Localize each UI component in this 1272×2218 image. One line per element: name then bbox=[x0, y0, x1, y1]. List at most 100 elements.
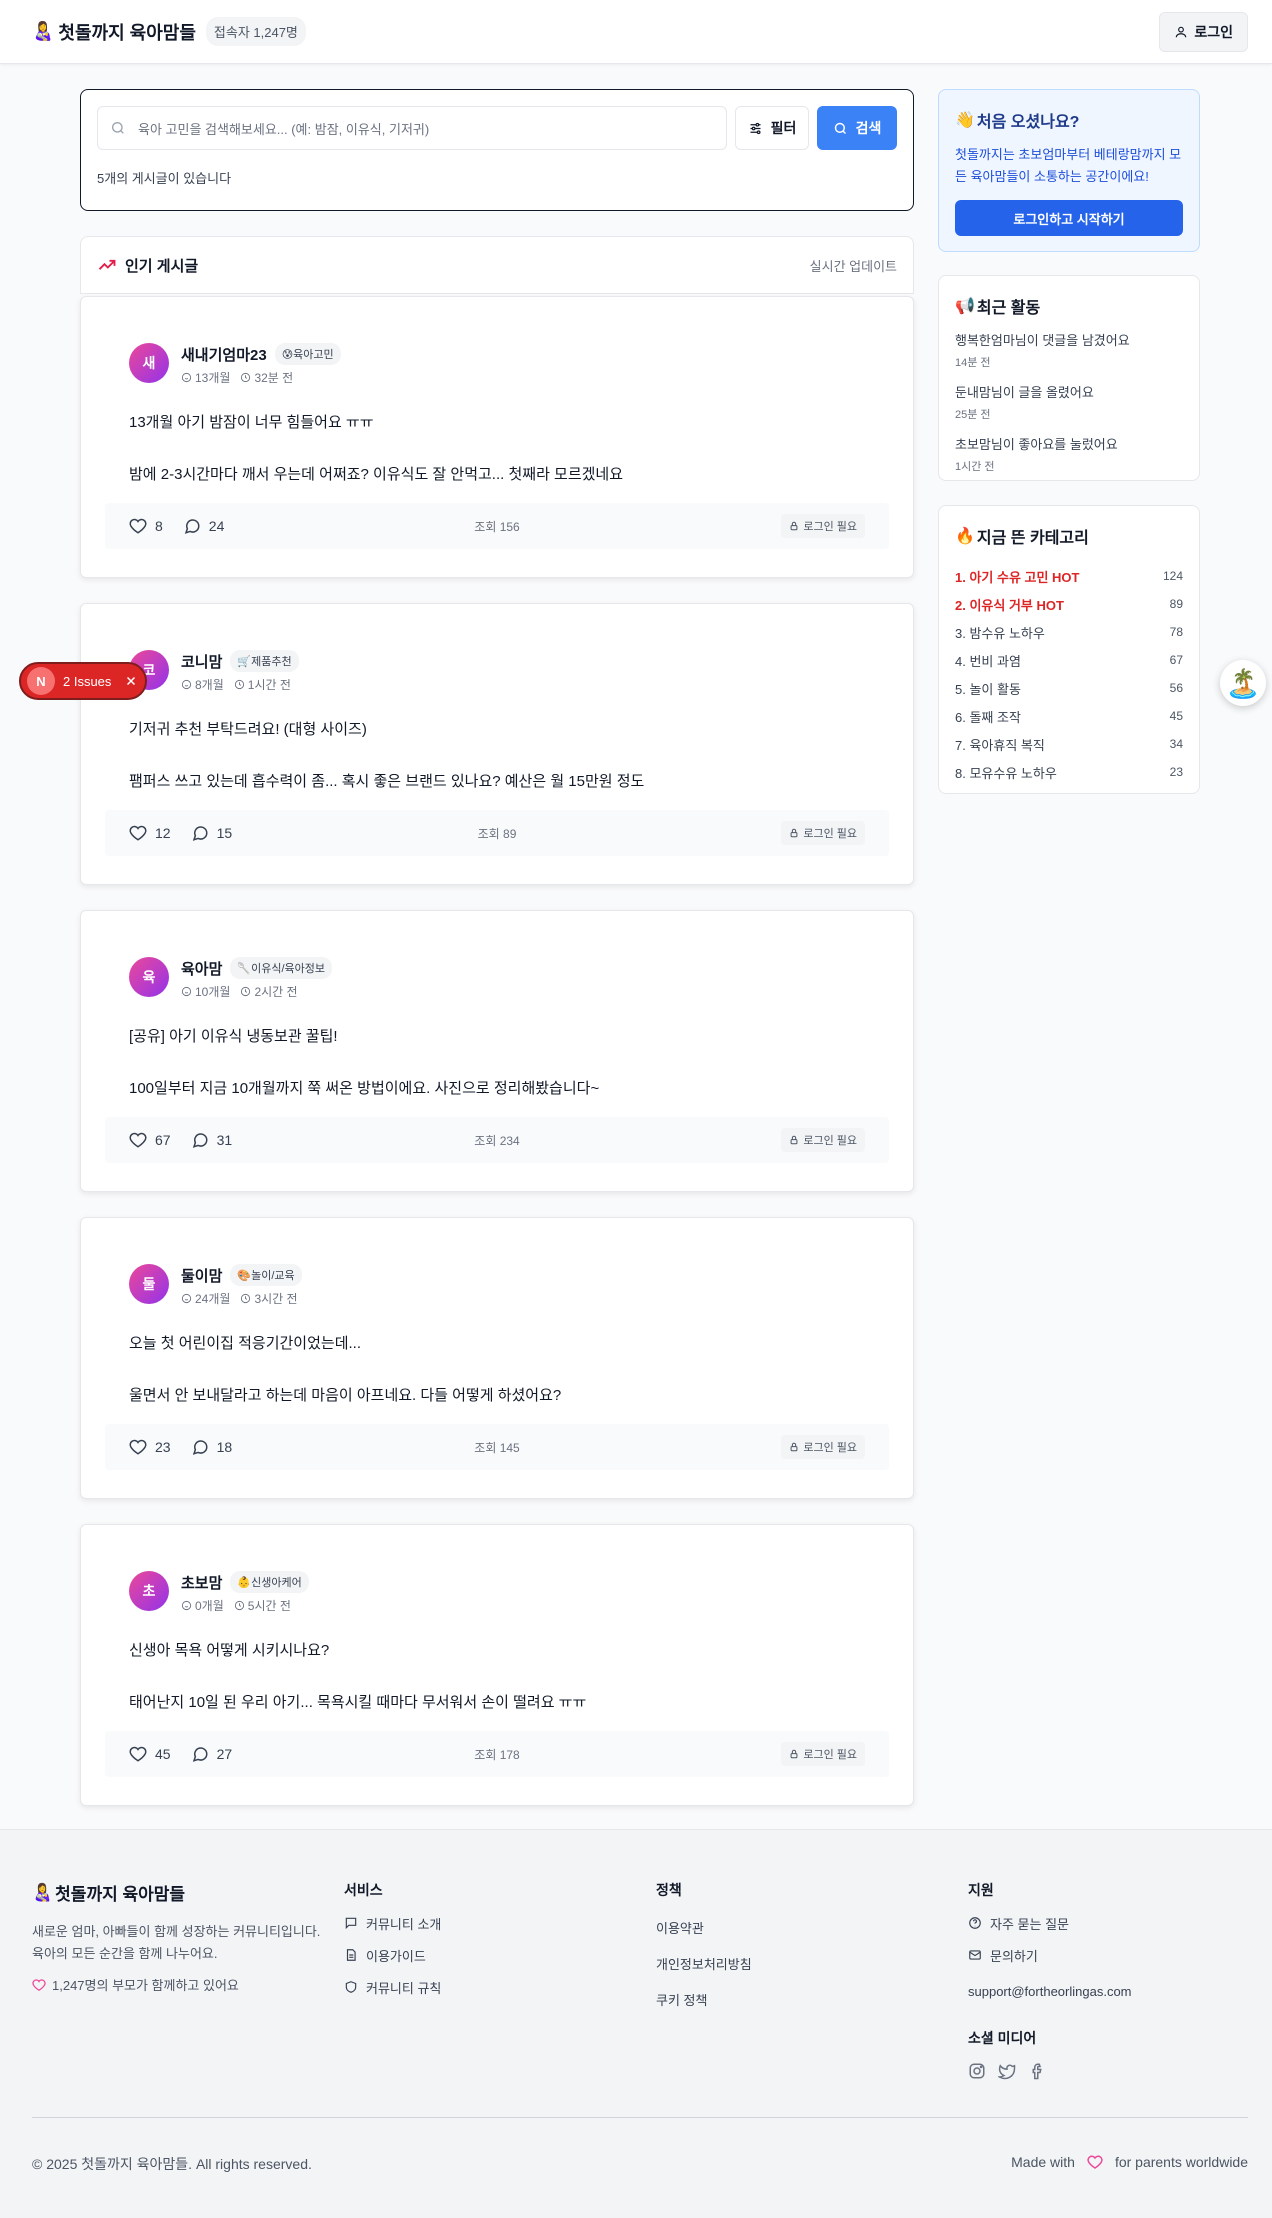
activity-item[interactable]: 둔내맘님이 글을 올렸어요 25분 전 bbox=[955, 382, 1183, 422]
like-button[interactable]: 45 bbox=[129, 1745, 171, 1763]
activity-time: 14분 전 bbox=[955, 357, 991, 369]
mother-baby-icon: 👩‍🍼 bbox=[32, 1882, 54, 1902]
hot-category-label: 4. 번비 과염 bbox=[955, 653, 1021, 669]
login-start-button[interactable]: 로그인하고 시작하기 bbox=[955, 200, 1183, 236]
lock-icon bbox=[790, 1442, 798, 1452]
activity-item[interactable]: 초보맘님이 좋아요를 눌렀어요 1시간 전 bbox=[955, 434, 1183, 474]
clock-icon bbox=[234, 1600, 244, 1611]
message-icon bbox=[345, 1917, 357, 1930]
post-time: 1시간 전 bbox=[234, 676, 291, 693]
post-card[interactable]: 코 코니맘 🛒제품추천 8개월 1시간 전 기저귀 추천 부탁드려요! (대형 … bbox=[80, 603, 914, 885]
post-card[interactable]: 둘 둘이맘 🎨놀이/교육 24개월 3시간 전 오늘 첫 어린이집 적응기간이었… bbox=[80, 1217, 914, 1499]
facebook-icon[interactable] bbox=[1028, 2062, 1046, 2080]
author-name[interactable]: 둘이맘 bbox=[181, 1265, 222, 1286]
post-title[interactable]: 기저귀 추천 부탁드려요! (대형 사이즈) bbox=[129, 718, 367, 739]
hot-category-label: 8. 모유수유 노하우 bbox=[955, 765, 1057, 781]
footer-link-contact[interactable]: 문의하기 bbox=[968, 1946, 1132, 1964]
filter-button[interactable]: 필터 bbox=[735, 106, 809, 150]
heart-icon bbox=[129, 1132, 147, 1148]
lock-icon bbox=[790, 1135, 798, 1145]
site-logo[interactable]: 👩‍🍼 첫돌까지 육아맘들 bbox=[32, 19, 196, 45]
footer-link-rules[interactable]: 커뮤니티 규칙 bbox=[344, 1978, 441, 1996]
hot-category-item[interactable]: 6. 돌째 조작 45 bbox=[955, 702, 1183, 730]
login-required-label: 로그인 필요 bbox=[803, 828, 857, 840]
post-card[interactable]: 육 육아맘 🥄이유식/육아정보 10개월 2시간 전 [공유] 아기 이유식 냉… bbox=[80, 910, 914, 1192]
login-required-badge[interactable]: 로그인 필요 bbox=[781, 514, 865, 538]
post-title[interactable]: 오늘 첫 어린이집 적응기간이었는데... bbox=[129, 1332, 361, 1353]
hot-category-item[interactable]: 8. 모유수유 노하우 23 bbox=[955, 758, 1183, 786]
search-input[interactable]: 육아 고민을 검색해보세요... (예: 밤잠, 이유식, 기저귀) bbox=[97, 106, 727, 150]
comment-button[interactable]: 27 bbox=[191, 1745, 232, 1763]
baby-icon bbox=[181, 986, 192, 997]
hot-category-count: 23 bbox=[1169, 765, 1183, 779]
login-required-badge[interactable]: 로그인 필요 bbox=[781, 1742, 865, 1766]
author-name[interactable]: 초보맘 bbox=[181, 1572, 222, 1593]
footer-link-guide[interactable]: 이용가이드 bbox=[344, 1946, 441, 1964]
author-name[interactable]: 코니맘 bbox=[181, 651, 222, 672]
heart-icon bbox=[129, 825, 147, 841]
hot-category-item[interactable]: 1. 아기 수유 고민 HOT 124 bbox=[955, 562, 1183, 590]
hot-category-label: 7. 육아휴직 복직 bbox=[955, 737, 1045, 753]
hot-category-item[interactable]: 2. 이유식 거부 HOT 89 bbox=[955, 590, 1183, 618]
comment-button[interactable]: 15 bbox=[191, 824, 232, 842]
footer-link-terms[interactable]: 이용약관 bbox=[656, 1918, 752, 1936]
login-required-badge[interactable]: 로그인 필요 bbox=[781, 821, 865, 845]
avatar[interactable]: 초 bbox=[129, 1571, 169, 1611]
issues-logo-icon: N bbox=[27, 667, 55, 695]
login-required-badge[interactable]: 로그인 필요 bbox=[781, 1128, 865, 1152]
activity-time: 1시간 전 bbox=[955, 461, 995, 473]
island-icon[interactable]: 🏝️ bbox=[1220, 660, 1266, 706]
search-button[interactable]: 검색 bbox=[817, 106, 897, 150]
instagram-icon[interactable] bbox=[968, 2062, 986, 2080]
comment-icon bbox=[192, 1747, 208, 1762]
avatar[interactable]: 육 bbox=[129, 957, 169, 997]
login-required-badge[interactable]: 로그인 필요 bbox=[781, 1435, 865, 1459]
post-title[interactable]: 13개월 아기 밤잠이 너무 힘들어요 ㅠㅠ bbox=[129, 411, 374, 432]
like-button[interactable]: 67 bbox=[129, 1131, 171, 1149]
close-icon[interactable] bbox=[125, 675, 137, 687]
hot-category-item[interactable]: 3. 밤수유 노하우 78 bbox=[955, 618, 1183, 646]
hot-category-item[interactable]: 4. 번비 과염 67 bbox=[955, 646, 1183, 674]
footer-email[interactable]: support@fortheorlingas.com bbox=[968, 1982, 1132, 2000]
hot-category-count: 56 bbox=[1169, 681, 1183, 695]
post-card[interactable]: 새 새내기엄마23 😰육아고민 13개월 32분 전 13개월 아기 밤잠이 너… bbox=[80, 296, 914, 578]
footer-link-privacy[interactable]: 개인정보처리방침 bbox=[656, 1954, 752, 1972]
baby-icon bbox=[181, 372, 192, 383]
post-excerpt: 울면서 안 보내달라고 하는데 마음이 아프네요. 다들 어떻게 하셨어요? bbox=[129, 1387, 562, 1404]
hot-category-item[interactable]: 5. 놀이 활동 56 bbox=[955, 674, 1183, 702]
footer-services-heading: 서비스 bbox=[344, 1882, 383, 1898]
post-card[interactable]: 초 초보맘 👶신생아케어 0개월 5시간 전 신생아 목욕 어떻게 시키시나요?… bbox=[80, 1524, 914, 1806]
post-time: 32분 전 bbox=[240, 369, 293, 386]
social-links bbox=[968, 2062, 1132, 2080]
login-button[interactable]: 로그인 bbox=[1159, 11, 1248, 52]
like-button[interactable]: 8 bbox=[129, 517, 163, 535]
like-count: 12 bbox=[155, 825, 171, 841]
hot-category-item[interactable]: 7. 육아휴직 복직 34 bbox=[955, 730, 1183, 758]
footer-link-cookies[interactable]: 쿠키 정책 bbox=[656, 1990, 752, 2008]
help-circle-icon bbox=[969, 1917, 981, 1929]
post-time: 2시간 전 bbox=[240, 983, 298, 1000]
comment-button[interactable]: 18 bbox=[191, 1438, 232, 1456]
footer-link-faq[interactable]: 자주 묻는 질문 bbox=[968, 1914, 1132, 1932]
activity-item[interactable]: 행복한엄마님이 댓글을 남겼어요 14분 전 bbox=[955, 330, 1183, 370]
avatar[interactable]: 새 bbox=[129, 343, 169, 383]
online-count-badge: 접속자 1,247명 bbox=[205, 17, 306, 46]
author-name[interactable]: 육아맘 bbox=[181, 958, 222, 979]
welcome-text: 첫돌까지는 초보엄마부터 베테랑맘까지 모든 육아맘들이 소통하는 공간이에요! bbox=[955, 147, 1182, 184]
waving-hand-icon: 👋 bbox=[955, 112, 975, 129]
comment-icon bbox=[192, 826, 208, 841]
comment-button[interactable]: 31 bbox=[191, 1131, 232, 1149]
like-button[interactable]: 12 bbox=[129, 824, 171, 842]
twitter-icon[interactable] bbox=[998, 2062, 1016, 2080]
hot-category-label: 2. 이유식 거부 HOT bbox=[955, 597, 1064, 613]
footer-about: 👩‍🍼 첫돌까지 육아맘들 새로운 엄마, 아빠들이 함께 성장하는 커뮤니티입니… bbox=[32, 1880, 322, 1994]
comment-button[interactable]: 24 bbox=[183, 517, 224, 535]
avatar[interactable]: 둘 bbox=[129, 1264, 169, 1304]
category-badge: 👶신생아케어 bbox=[230, 1571, 309, 1593]
footer-link-about[interactable]: 커뮤니티 소개 bbox=[344, 1914, 441, 1932]
like-button[interactable]: 23 bbox=[129, 1438, 171, 1456]
post-title[interactable]: [공유] 아기 이유식 냉동보관 꿀팁! bbox=[129, 1025, 338, 1046]
post-title[interactable]: 신생아 목욕 어떻게 시키시나요? bbox=[129, 1639, 329, 1660]
issues-badge[interactable]: N 2 Issues bbox=[19, 662, 147, 700]
author-name[interactable]: 새내기엄마23 bbox=[181, 344, 267, 365]
